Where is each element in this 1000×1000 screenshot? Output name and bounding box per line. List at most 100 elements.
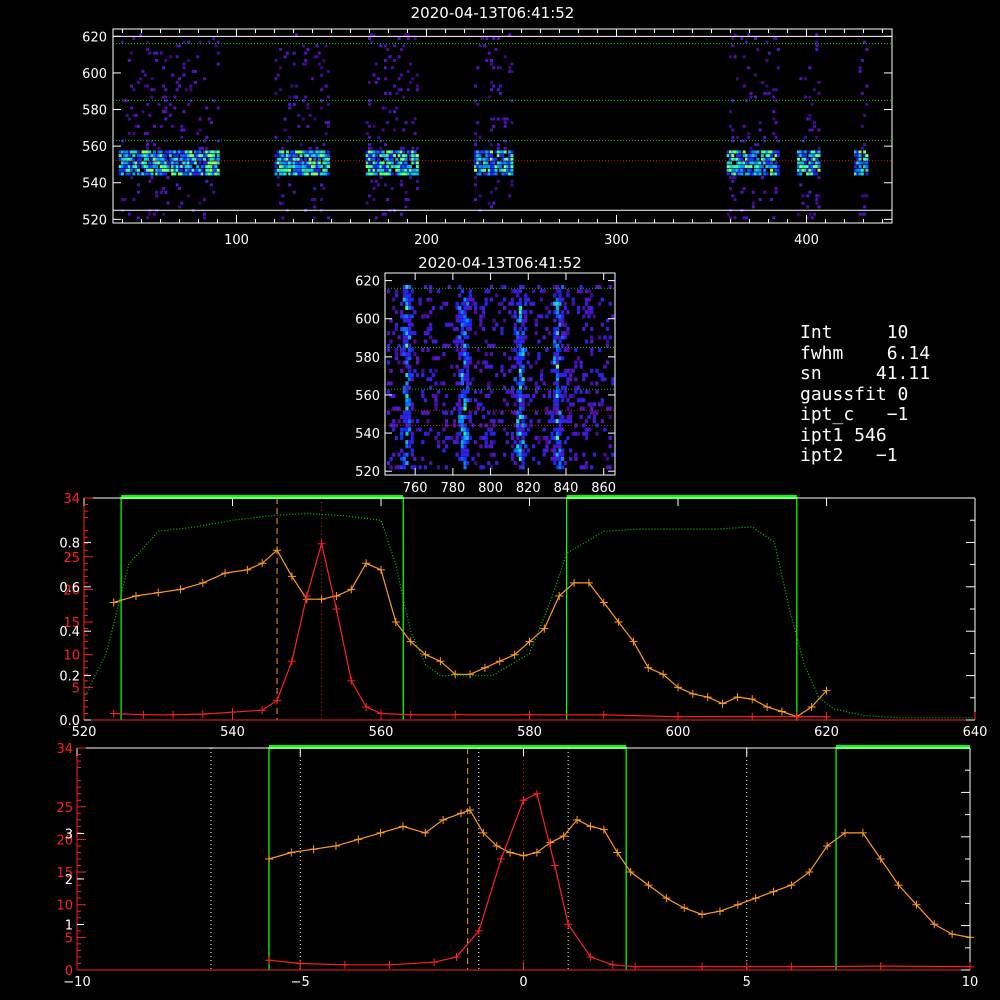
heatmap-cell: [155, 190, 159, 194]
heatmap-cell: [274, 172, 278, 176]
heatmap-cell: [426, 419, 430, 424]
heatmap-cell: [492, 36, 496, 40]
heatmap-cell: [423, 465, 428, 470]
heatmap-cell: [182, 73, 186, 77]
heatmap-cell: [466, 373, 470, 378]
heatmap-cell: [390, 161, 394, 165]
heatmap-cell: [865, 84, 869, 88]
heatmap-cell: [500, 326, 504, 331]
heatmap-cell: [399, 73, 403, 77]
heatmap-cell: [598, 335, 602, 340]
heatmap-cell: [808, 66, 812, 70]
heatmap-cell: [747, 132, 751, 136]
heatmap-cell: [539, 314, 544, 319]
heatmap-cell: [763, 135, 767, 139]
heatmap-cell: [374, 216, 378, 220]
heatmap-cell: [731, 135, 735, 139]
heatmap-cell: [584, 322, 589, 327]
heatmap-cell: [365, 132, 369, 136]
heatmap-cell: [489, 80, 493, 84]
heatmap-cell: [492, 326, 496, 331]
heatmap-cell: [317, 168, 321, 172]
heatmap-cell: [397, 452, 401, 457]
heatmap-cell: [553, 461, 557, 466]
heatmap-cell: [747, 66, 751, 70]
heatmap-cell: [763, 190, 767, 194]
heatmap-cell: [558, 347, 562, 352]
heatmap-cell: [463, 314, 467, 319]
heatmap-cell: [478, 44, 482, 48]
heatmap-cell: [526, 448, 530, 453]
heatmap-cell: [455, 301, 459, 306]
heatmap-cell: [774, 88, 778, 92]
data-point: [377, 565, 385, 574]
heatmap-cell: [326, 161, 330, 165]
heatmap-cell: [320, 66, 324, 70]
heatmap-cell: [404, 154, 408, 158]
heatmap-cell: [463, 456, 467, 461]
heatmap-cell: [521, 402, 525, 407]
heatmap-cell: [595, 389, 599, 394]
heatmap-cell: [383, 183, 387, 187]
heatmap-cell: [860, 58, 864, 62]
heatmap-cell: [731, 179, 735, 183]
heatmap-cell: [180, 168, 184, 172]
heatmap-cell: [152, 124, 156, 128]
heatmap-cell: [408, 326, 412, 331]
heatmap-cell: [372, 187, 376, 191]
heatmap-cell: [812, 212, 816, 216]
heatmap-cell: [532, 456, 536, 461]
heatmap-cell: [389, 339, 393, 344]
heatmap-cell: [487, 410, 491, 415]
heatmap-cell: [159, 190, 163, 194]
heatmap-cell: [605, 326, 610, 331]
heatmap-cell: [582, 326, 586, 331]
heatmap-cell: [468, 293, 472, 298]
heatmap-cell: [526, 394, 530, 399]
info-ipt-c: ipt_c −1: [800, 404, 909, 425]
heatmap-cell: [466, 427, 470, 432]
heatmap-cell: [513, 314, 517, 319]
heatmap-cell: [473, 331, 478, 336]
data-point: [876, 855, 885, 863]
heatmap-cell: [150, 77, 154, 81]
heatmap-cell: [555, 381, 560, 386]
heatmap-cell: [542, 394, 546, 399]
heatmap-cell: [132, 154, 136, 158]
heatmap-cell: [735, 77, 739, 81]
heatmap-cell: [500, 364, 504, 369]
heatmap-cell: [397, 335, 401, 340]
heatmap-cell: [590, 293, 594, 298]
heatmap-cell: [388, 55, 392, 59]
heatmap-cell: [547, 310, 552, 315]
heatmap-cell: [569, 373, 573, 378]
heatmap-cell: [521, 368, 525, 373]
heatmap-cell: [415, 161, 419, 165]
heatmap-cell: [324, 84, 328, 88]
heatmap-cell: [139, 77, 143, 81]
heatmap-cell: [127, 58, 131, 62]
heatmap-cell: [569, 456, 573, 461]
heatmap-cell: [136, 190, 140, 194]
heatmap-cell: [437, 440, 441, 445]
data-point: [519, 851, 528, 860]
heatmap-cell: [150, 95, 154, 99]
data-point: [787, 881, 796, 890]
heatmap-cell: [450, 435, 454, 440]
heatmap-cell: [415, 88, 419, 92]
heatmap-cell: [495, 322, 499, 327]
heatmap-cell: [320, 165, 324, 169]
heatmap-cell: [274, 77, 278, 81]
heatmap-cell: [524, 452, 528, 457]
heatmap-cell: [574, 360, 578, 365]
y-tick-label-red: 34: [63, 492, 80, 507]
heatmap-cell: [399, 212, 403, 216]
heatmap-cell: [410, 435, 414, 440]
heatmap-cell: [216, 172, 220, 176]
heatmap-cell: [205, 146, 209, 150]
heatmap-cell: [389, 368, 393, 373]
heatmap-cell: [742, 187, 746, 191]
heatmap-cell: [157, 146, 161, 150]
heatmap-cell: [405, 339, 409, 344]
heatmap-cell: [437, 465, 441, 470]
